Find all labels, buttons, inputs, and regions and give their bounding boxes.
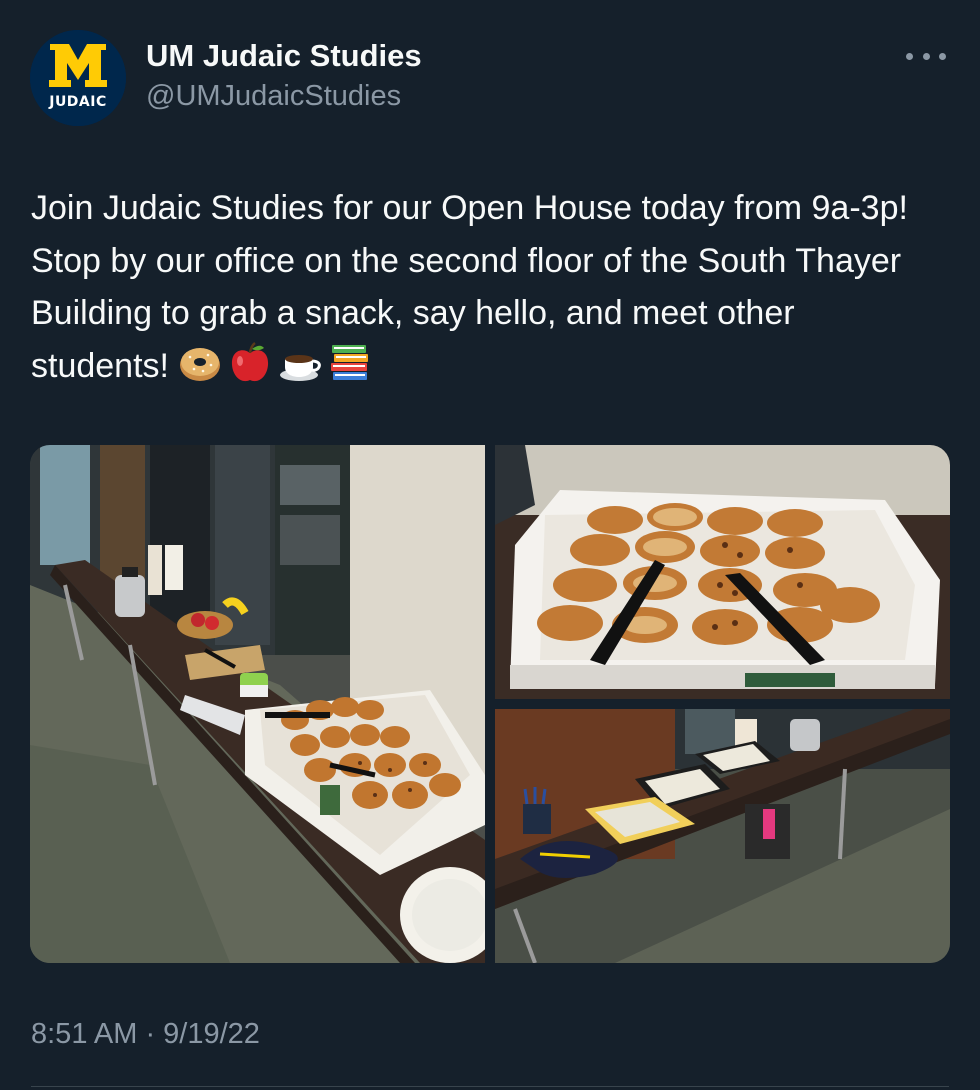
books-emoji — [328, 341, 372, 385]
user-handle[interactable]: @UMJudaicStudies — [146, 80, 401, 113]
avatar-caption: JUDAIC — [49, 94, 107, 110]
divider — [31, 1086, 949, 1087]
um-block-m-logo — [30, 30, 126, 126]
tweet-body: Join Judaic Studies for our Open House t… — [31, 189, 918, 385]
tweet: JUDAIC UM Judaic Studies @UMJudaicStudie… — [0, 0, 980, 1090]
table-with-snacks-and-bagels-photo[interactable] — [30, 445, 485, 963]
bagel-tray-closeup-photo[interactable] — [495, 445, 950, 699]
avatar[interactable]: JUDAIC — [30, 30, 126, 126]
display-name[interactable]: UM Judaic Studies — [146, 38, 422, 74]
more-options-icon[interactable] — [906, 46, 946, 66]
hot-beverage-emoji — [278, 341, 322, 385]
red-apple-emoji — [228, 341, 272, 385]
media-grid — [30, 445, 950, 963]
tweet-text: Join Judaic Studies for our Open House t… — [31, 182, 936, 392]
tweet-timestamp[interactable]: 8:51 AM · 9/19/22 — [31, 1018, 260, 1051]
bagel-emoji — [178, 341, 222, 385]
table-with-brochures-and-lanyards-photo[interactable] — [495, 709, 950, 963]
